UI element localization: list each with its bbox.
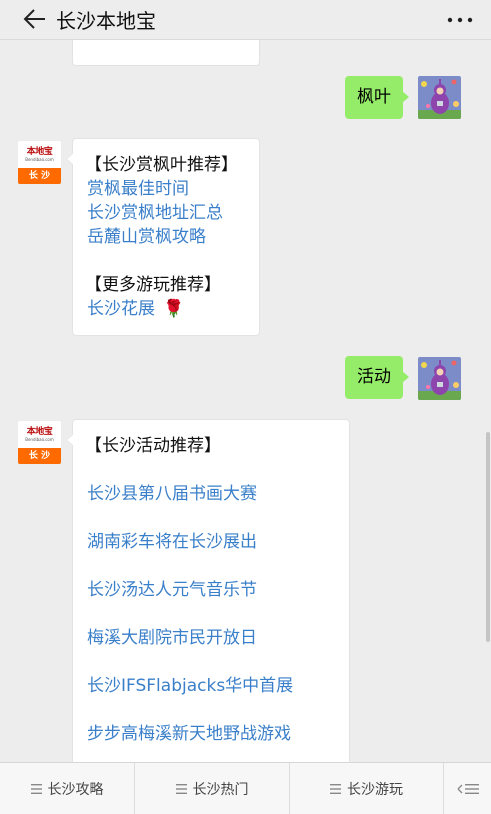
- received-message-bubble: 【长沙活动推荐】 长沙县第八届书画大赛 湖南彩车将在长沙展出 长沙汤达人元气音乐…: [66, 419, 350, 764]
- menu-lines-icon: [30, 784, 42, 794]
- link-flower-show[interactable]: 长沙花展: [87, 299, 155, 319]
- section-heading: 【长沙活动推荐】: [85, 436, 221, 456]
- logo-city-text: 长 沙: [18, 168, 61, 184]
- message-text: 枫叶: [357, 87, 391, 107]
- sent-message-bubble: 枫叶: [345, 76, 409, 119]
- menu-item-label: 长沙游玩: [347, 782, 403, 798]
- menu-item-label: 长沙攻略: [47, 782, 104, 798]
- link-calligraphy-contest[interactable]: 长沙县第八届书画大赛: [87, 479, 257, 504]
- bendibao-logo: 本地宝 Bendibao.com: [18, 141, 61, 168]
- link-theater-open-day[interactable]: 梅溪大剧院市民开放日: [87, 623, 257, 648]
- bottom-menu-bar: 长沙攻略 长沙热门 长沙游玩: [0, 762, 491, 814]
- previous-message-bubble: [72, 40, 260, 66]
- logo-main-text: 本地宝: [26, 147, 53, 157]
- user-avatar[interactable]: [418, 76, 461, 119]
- chat-scrollbar[interactable]: [486, 432, 490, 642]
- arrow-left-icon[interactable]: [22, 8, 46, 30]
- menu-lines-icon: [175, 784, 187, 794]
- received-message-bubble: 【长沙赏枫叶推荐】 赏枫最佳时间 长沙赏枫地址汇总 岳麓山赏枫攻略 【更多游玩推…: [66, 138, 260, 336]
- logo-city-text: 长 沙: [18, 448, 61, 464]
- user-avatar[interactable]: [418, 357, 461, 400]
- logo-sub-text: Bendibao.com: [25, 157, 54, 162]
- more-dots-icon[interactable]: [447, 17, 473, 23]
- menu-item-label: 长沙热门: [192, 782, 249, 798]
- teletubby-avatar-icon: [418, 357, 461, 400]
- keyboard-switch-button[interactable]: [444, 763, 491, 814]
- menu-item-guide[interactable]: 长沙攻略: [0, 763, 135, 814]
- section-heading: 【长沙赏枫叶推荐】: [85, 155, 238, 175]
- link-music-festival[interactable]: 长沙汤达人元气音乐节: [87, 575, 257, 600]
- link-flower-show-row[interactable]: 长沙花展 🌹: [87, 294, 185, 319]
- rose-icon: 🌹: [163, 299, 185, 319]
- menu-item-hot[interactable]: 长沙热门: [135, 763, 290, 814]
- message-text: 活动: [357, 367, 391, 387]
- link-flabjacks-exhibit[interactable]: 长沙IFSFlabjacks华中首展: [87, 671, 293, 696]
- keyboard-switch-icon: [457, 784, 479, 794]
- chat-header: 长沙本地宝: [0, 0, 491, 40]
- bendibao-avatar[interactable]: 本地宝 Bendibao.com 长 沙: [18, 421, 61, 464]
- sent-message-bubble: 活动: [345, 356, 409, 399]
- link-hunan-float-exhibit[interactable]: 湖南彩车将在长沙展出: [87, 527, 257, 552]
- link-maple-locations[interactable]: 长沙赏枫地址汇总: [87, 198, 223, 223]
- menu-item-play[interactable]: 长沙游玩: [290, 763, 444, 814]
- logo-sub-text: Bendibao.com: [25, 437, 54, 442]
- link-yuelu-maple-guide[interactable]: 岳麓山赏枫攻略: [87, 222, 206, 247]
- logo-main-text: 本地宝: [26, 427, 53, 437]
- section-heading: 【更多游玩推荐】: [85, 275, 221, 295]
- bendibao-avatar[interactable]: 本地宝 Bendibao.com 长 沙: [18, 141, 61, 184]
- link-maple-best-time[interactable]: 赏枫最佳时间: [87, 174, 189, 199]
- link-field-combat-game[interactable]: 步步高梅溪新天地野战游戏: [87, 719, 291, 744]
- menu-lines-icon: [330, 784, 341, 794]
- teletubby-avatar-icon: [418, 76, 461, 119]
- chat-title: 长沙本地宝: [56, 9, 156, 33]
- bendibao-logo: 本地宝 Bendibao.com: [18, 421, 61, 448]
